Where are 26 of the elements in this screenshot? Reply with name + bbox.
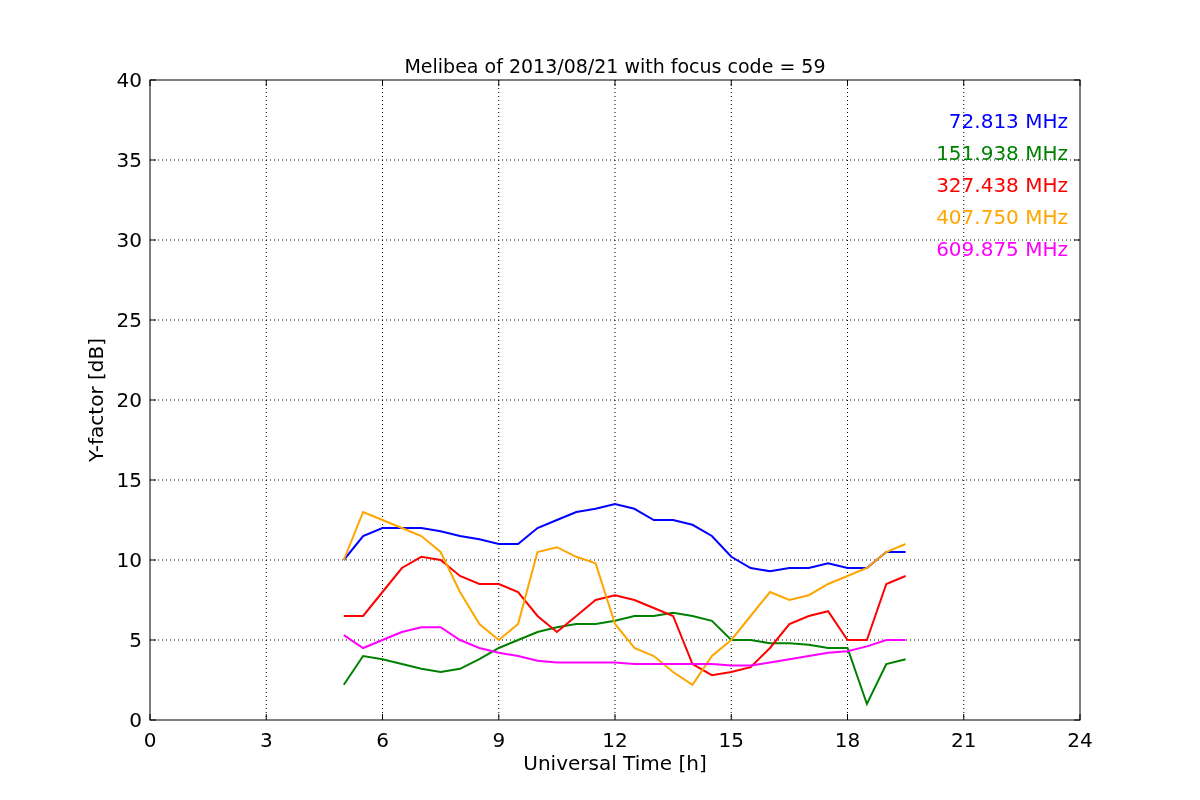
y-tick-label: 30	[116, 228, 142, 252]
y-tick-label: 5	[129, 628, 142, 652]
x-tick-label: 18	[834, 728, 861, 752]
legend-label: 151.938 MHz	[936, 141, 1068, 165]
y-tick-label: 20	[116, 388, 142, 412]
y-axis-label: Y-factor [dB]	[84, 338, 108, 462]
legend-label: 327.438 MHz	[936, 173, 1068, 197]
x-tick-label: 0	[143, 728, 157, 752]
y-tick-label: 35	[116, 148, 142, 172]
x-tick-label: 6	[376, 728, 389, 752]
x-tick-label: 12	[602, 728, 628, 752]
y-tick-label: 40	[116, 68, 142, 92]
x-tick-label: 15	[718, 728, 744, 752]
y-tick-label: 15	[116, 468, 142, 492]
y-tick-label: 25	[116, 308, 142, 332]
y-tick-label: 10	[116, 548, 142, 572]
legend-label: 609.875 MHz	[936, 237, 1068, 261]
y-tick-label: 0	[129, 708, 142, 732]
x-tick-label: 24	[1067, 728, 1093, 752]
legend-label: 72.813 MHz	[948, 109, 1068, 133]
x-axis-label: Universal Time [h]	[523, 751, 707, 775]
legend-label: 407.750 MHz	[936, 205, 1068, 229]
x-tick-label: 21	[951, 728, 977, 752]
x-tick-label: 3	[259, 728, 273, 752]
chart-title: Melibea of 2013/08/21 with focus code = 59	[404, 55, 826, 77]
x-tick-label: 9	[492, 728, 506, 752]
